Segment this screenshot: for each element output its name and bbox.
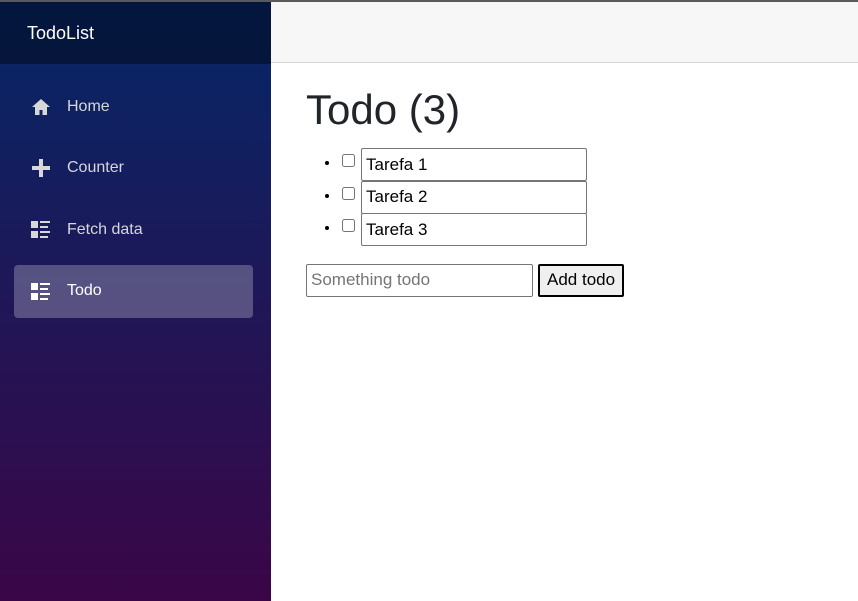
brand-link[interactable]: TodoList	[27, 23, 94, 44]
todo-title-input[interactable]	[361, 180, 587, 214]
home-icon	[30, 96, 51, 117]
sidebar: TodoList Home Counter Fetch data Todo	[0, 2, 271, 601]
todo-list	[306, 148, 846, 246]
nav-item-fetch-data[interactable]: Fetch data	[14, 203, 253, 256]
add-todo-button[interactable]: Add todo	[538, 263, 625, 297]
nav-item-counter[interactable]: Counter	[14, 142, 253, 195]
brand-bar: TodoList	[0, 2, 271, 64]
nav-item-label: Counter	[67, 159, 124, 176]
todo-done-checkbox[interactable]	[342, 219, 355, 232]
list-rich-icon	[30, 219, 51, 240]
main-content: Todo (3) Add todo	[306, 80, 846, 297]
page-title: Todo (3)	[306, 86, 461, 133]
list-item	[340, 213, 846, 246]
nav-item-label: Todo	[67, 282, 102, 299]
nav-item-label: Fetch data	[67, 220, 143, 238]
add-todo-row: Add todo	[306, 263, 846, 297]
list-item	[340, 148, 846, 181]
todo-title-input[interactable]	[361, 213, 587, 246]
todo-done-checkbox[interactable]	[342, 186, 355, 200]
list-rich-icon	[30, 281, 51, 302]
todo-title-input[interactable]	[361, 148, 587, 181]
nav-menu: Home Counter Fetch data Todo	[0, 80, 271, 318]
top-row	[271, 2, 858, 63]
new-todo-input[interactable]	[306, 263, 533, 297]
nav-item-todo[interactable]: Todo	[14, 264, 253, 318]
todo-done-checkbox[interactable]	[342, 154, 355, 167]
nav-item-home[interactable]: Home	[14, 80, 253, 133]
nav-item-label: Home	[67, 97, 110, 115]
list-item	[340, 180, 846, 214]
plus-icon	[30, 158, 51, 179]
